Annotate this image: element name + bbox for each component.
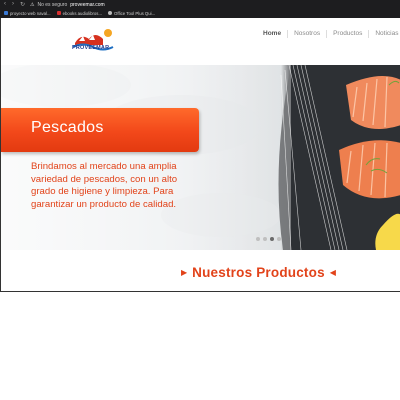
bookmark-item[interactable]: proyecto web naval... xyxy=(4,11,51,16)
slider-dot[interactable] xyxy=(277,237,281,241)
bookmark-item[interactable]: Office Tool Plus Qui... xyxy=(108,11,155,16)
site-header: PROVEEMAR Home Nosotros Productos Notici… xyxy=(1,18,400,64)
slider-indicators xyxy=(256,237,281,241)
security-label: No es seguro xyxy=(37,2,68,8)
products-title: Nuestros Productos xyxy=(192,265,325,280)
bookmark-label: ebooks audiolibros... xyxy=(62,10,103,16)
bookmarks-bar: proyecto web naval... ebooks audiolibros… xyxy=(4,9,155,17)
bookmark-item[interactable]: ebooks audiolibros... xyxy=(56,10,103,16)
menu-item-home[interactable]: Home xyxy=(257,30,287,38)
main-menu: Home Nosotros Productos Noticias xyxy=(257,30,400,38)
slider-dot-active[interactable] xyxy=(270,237,274,241)
web-page: PROVEEMAR Home Nosotros Productos Notici… xyxy=(0,18,400,292)
slider-dot[interactable] xyxy=(263,237,267,241)
hero-title: Pescados xyxy=(31,119,104,136)
triangle-right-icon: ▶ xyxy=(181,268,188,277)
slider-dot[interactable] xyxy=(256,237,260,241)
hero-slider: Pescados Brindamos al mercado una amplia… xyxy=(1,65,400,250)
forward-icon[interactable]: › xyxy=(12,1,14,7)
menu-item-nosotros[interactable]: Nosotros xyxy=(288,30,326,38)
proveemar-logo[interactable] xyxy=(71,25,115,57)
menu-item-productos[interactable]: Productos xyxy=(327,30,368,38)
bookmark-label: proyecto web naval... xyxy=(10,10,51,16)
reload-icon[interactable]: ↻ xyxy=(20,1,25,8)
hero-description: Brindamos al mercado una amplia variedad… xyxy=(31,161,178,210)
bookmark-favicon-icon xyxy=(56,11,61,15)
browser-chrome: ‹ › ↻ ⚠ No es seguro proveemar.com proye… xyxy=(0,0,400,18)
hero-overlay xyxy=(1,65,291,250)
address-bar[interactable]: ⚠ No es seguro proveemar.com xyxy=(30,1,105,9)
back-icon[interactable]: ‹ xyxy=(4,1,6,7)
triangle-left-icon: ◀ xyxy=(329,268,336,277)
bookmark-favicon-icon xyxy=(4,11,8,15)
bookmark-label: Office Tool Plus Qui... xyxy=(114,10,156,16)
url-text[interactable]: proveemar.com xyxy=(70,2,104,8)
warning-icon: ⚠ xyxy=(30,2,35,8)
logo-text: PROVEEMAR xyxy=(72,45,110,51)
menu-item-noticias[interactable]: Noticias xyxy=(369,30,400,38)
products-heading: ▶ Nuestros Productos ◀ xyxy=(181,265,336,280)
github-icon xyxy=(108,11,113,15)
